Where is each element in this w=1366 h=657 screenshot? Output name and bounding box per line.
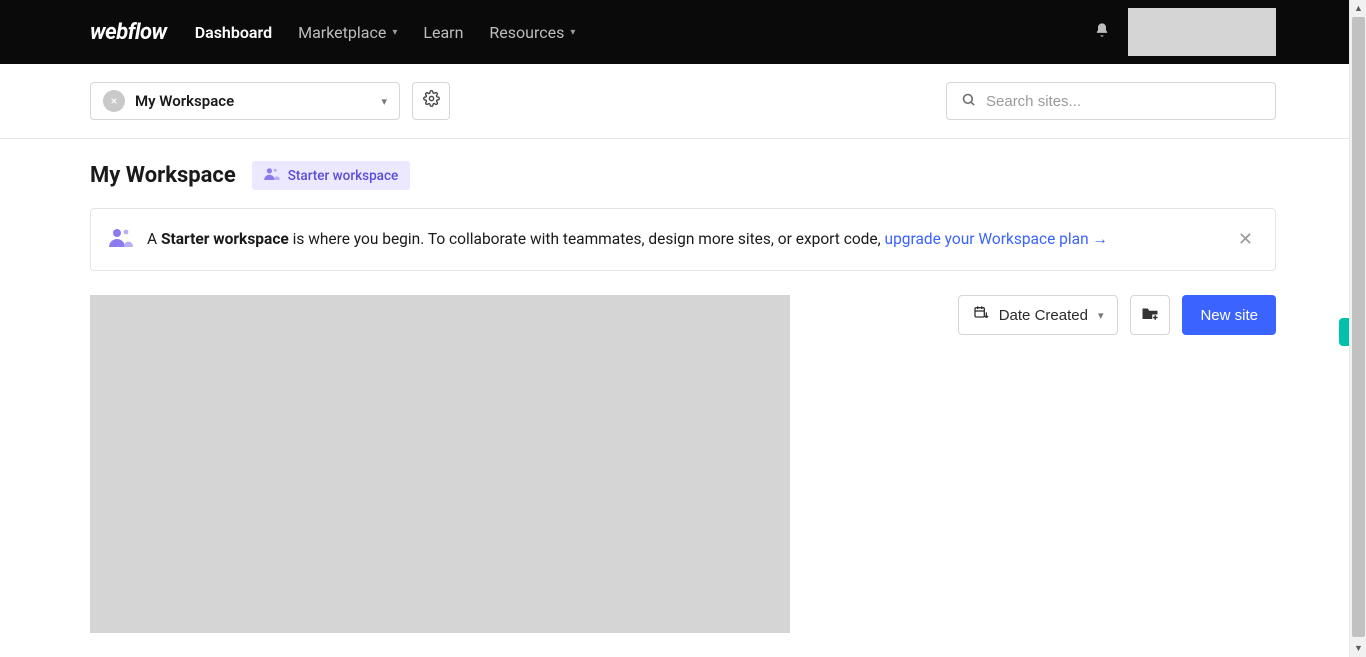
bell-icon[interactable] (1094, 22, 1110, 42)
page-title: My Workspace (90, 163, 236, 188)
nav-dashboard-label: Dashboard (195, 23, 272, 42)
nav-marketplace-label: Marketplace (298, 23, 386, 42)
sort-label: Date Created (999, 307, 1088, 324)
people-icon (264, 167, 280, 184)
nav-learn-label: Learn (423, 23, 463, 42)
search-box[interactable] (946, 82, 1276, 120)
workspace-name: My Workspace (135, 92, 371, 110)
chevron-down-icon: ▾ (392, 27, 397, 38)
folder-plus-icon (1141, 305, 1159, 325)
notice-prefix: A (147, 230, 161, 248)
people-icon (109, 227, 133, 252)
workspace-selector[interactable]: My Workspace ▾ (90, 82, 400, 120)
scrollbar-thumb[interactable] (1352, 17, 1365, 637)
main-content: My Workspace Starter workspace A Starter… (0, 139, 1366, 655)
site-card[interactable] (90, 295, 790, 633)
new-site-button[interactable]: New site (1182, 295, 1276, 335)
scroll-up-icon[interactable]: ▲ (1350, 0, 1366, 17)
notice-middle: is where you begin. To collaborate with … (289, 230, 885, 248)
sites-toolbar: Date Created ▾ New site (958, 295, 1276, 335)
new-folder-button[interactable] (1130, 295, 1170, 335)
upgrade-link[interactable]: upgrade your Workspace plan → (885, 230, 1108, 248)
sites-row: Date Created ▾ New site (90, 295, 1276, 633)
workspace-settings-button[interactable] (412, 82, 450, 120)
scroll-down-icon[interactable]: ▼ (1350, 640, 1366, 657)
notice-text: A Starter workspace is where you begin. … (147, 228, 1220, 250)
search-input[interactable] (986, 93, 1261, 110)
workspace-bar: My Workspace ▾ (0, 64, 1366, 139)
gear-icon (423, 90, 440, 112)
chevron-down-icon: ▾ (1098, 309, 1104, 322)
notice-bold: Starter workspace (161, 230, 289, 248)
title-row: My Workspace Starter workspace (90, 161, 1276, 190)
nav-links: Dashboard Marketplace ▾ Learn Resources … (195, 23, 576, 42)
nav-learn[interactable]: Learn (423, 23, 463, 42)
chevron-down-icon: ▾ (381, 95, 387, 108)
top-navbar: webflow Dashboard Marketplace ▾ Learn Re… (0, 0, 1366, 64)
topnav-right (1094, 8, 1276, 56)
account-menu[interactable] (1128, 8, 1276, 56)
nav-dashboard[interactable]: Dashboard (195, 23, 272, 42)
help-tab[interactable] (1339, 318, 1349, 346)
plan-chip-label: Starter workspace (288, 168, 399, 184)
calendar-sort-icon (973, 305, 989, 325)
workspace-badge-icon (103, 90, 125, 112)
plan-chip[interactable]: Starter workspace (252, 161, 411, 190)
chevron-down-icon: ▾ (570, 27, 575, 38)
nav-resources[interactable]: Resources ▾ (489, 23, 575, 42)
sort-button[interactable]: Date Created ▾ (958, 295, 1119, 335)
close-icon[interactable]: ✕ (1234, 225, 1257, 254)
nav-marketplace[interactable]: Marketplace ▾ (298, 23, 397, 42)
scrollbar[interactable]: ▲ ▼ (1349, 0, 1366, 657)
starter-notice: A Starter workspace is where you begin. … (90, 208, 1276, 271)
search-icon (961, 92, 976, 111)
brand-logo[interactable]: webflow (90, 20, 167, 45)
nav-resources-label: Resources (489, 23, 564, 42)
